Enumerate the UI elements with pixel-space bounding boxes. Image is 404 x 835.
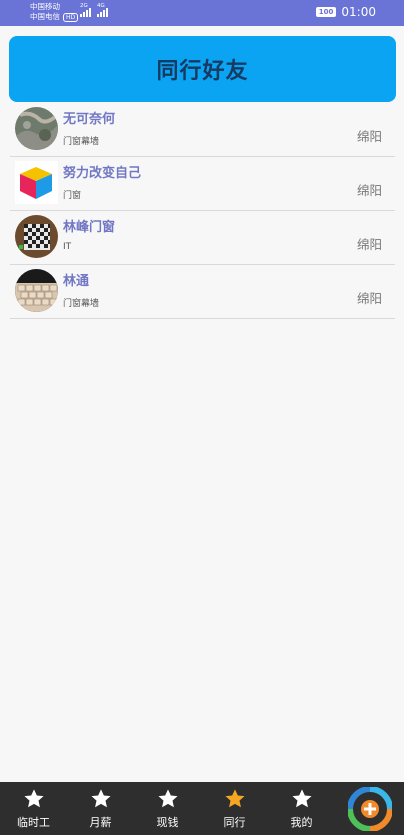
star-icon (224, 789, 245, 808)
nav-label: 月薪 (89, 816, 112, 829)
friend-trade: 门窗幕墙 (63, 137, 100, 147)
friend-list: 无可奈何 门窗幕墙 绵阳 努力改变自己 门窗 绵阳 林峰门窗 IT 绵阳 林通 … (10, 103, 395, 319)
friend-city: 绵阳 (356, 129, 382, 144)
signal-icon: 2G (80, 3, 91, 17)
star-icon (90, 789, 111, 808)
nav-label: 现钱 (156, 816, 179, 829)
nav-label: 我的 (290, 816, 313, 829)
signal-indicators: 2G 4G (80, 3, 108, 17)
list-item[interactable]: 林通 门窗幕墙 绵阳 (10, 265, 395, 319)
carrier-2: 中国电信 (30, 12, 60, 21)
nav-label: 同行 (223, 816, 246, 829)
hd-badge: HD (63, 12, 79, 22)
status-bar: 中国移动 中国电信 HD 2G 4G 100 01:00 (0, 0, 404, 26)
bottom-nav: 临时工 月薪 现钱 同行 我的 (0, 782, 404, 835)
list-item[interactable]: 努力改变自己 门窗 绵阳 (10, 157, 395, 211)
friend-trade: IT (63, 242, 72, 252)
nav-label: 临时工 (17, 816, 50, 829)
avatar (15, 269, 58, 312)
star-icon (157, 789, 178, 808)
avatar (15, 215, 58, 258)
list-item[interactable]: 无可奈何 门窗幕墙 绵阳 (10, 103, 395, 157)
carrier-info: 中国移动 中国电信 HD (30, 2, 79, 22)
friend-trade: 门窗 (63, 191, 82, 201)
nav-item-monthly-pay[interactable]: 月薪 (67, 782, 134, 835)
header-card: 同行好友 (9, 36, 396, 102)
page-title: 同行好友 (156, 59, 249, 84)
friend-city: 绵阳 (356, 237, 382, 252)
nav-item-cash[interactable]: 现钱 (134, 782, 201, 835)
clock: 01:00 (341, 5, 376, 19)
friend-name: 林通 (63, 274, 90, 289)
nav-item-mine[interactable]: 我的 (268, 782, 335, 835)
star-icon (291, 789, 312, 808)
nav-item-temp-work[interactable]: 临时工 (0, 782, 67, 835)
nav-item-peers[interactable]: 同行 (201, 782, 268, 835)
carrier-1: 中国移动 (30, 2, 60, 11)
friend-city: 绵阳 (356, 183, 382, 198)
friend-trade: 门窗幕墙 (63, 299, 100, 309)
battery-icon: 100 (315, 7, 337, 17)
add-button[interactable] (335, 782, 404, 835)
star-icon (23, 789, 44, 808)
add-circle-icon (347, 786, 392, 831)
avatar (15, 107, 58, 150)
friend-name: 努力改变自己 (63, 166, 142, 181)
avatar (15, 161, 58, 204)
list-item[interactable]: 林峰门窗 IT 绵阳 (10, 211, 395, 265)
signal-icon: 4G (97, 3, 108, 17)
friend-name: 无可奈何 (63, 112, 116, 127)
friend-city: 绵阳 (356, 291, 382, 306)
friend-name: 林峰门窗 (63, 220, 116, 235)
